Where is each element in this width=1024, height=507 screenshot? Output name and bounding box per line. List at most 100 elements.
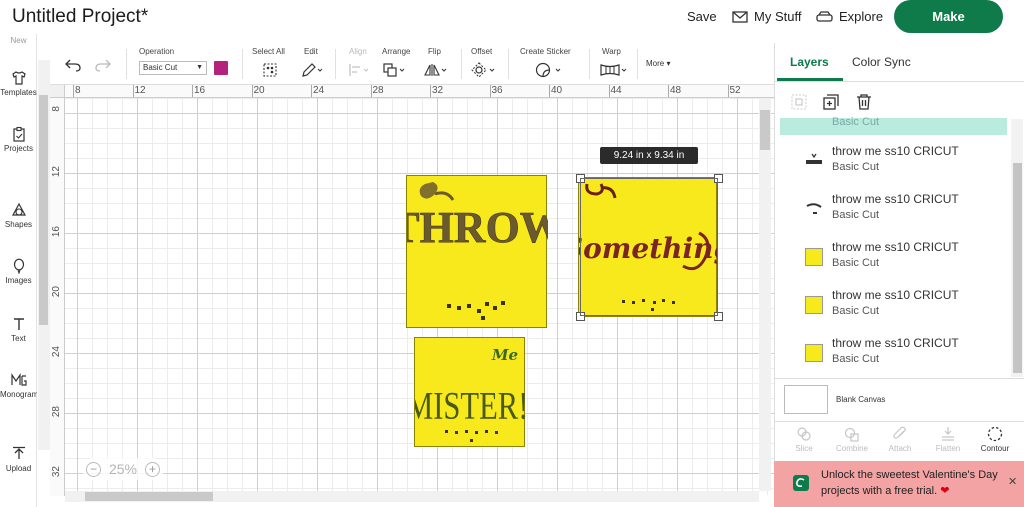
ruler-top-tick-mark <box>608 85 610 97</box>
layer-operation: Basic Cut <box>832 353 880 365</box>
edit-label: Edit <box>304 47 318 56</box>
flip-icon[interactable] <box>424 62 448 78</box>
mister-text: MISTER! <box>415 384 526 427</box>
clipboard-icon <box>12 126 25 142</box>
ruler-left-tick: 16 <box>51 226 62 238</box>
paperclip-icon <box>893 426 906 439</box>
cricut-logo-icon <box>793 475 809 491</box>
arrange-label: Arrange <box>382 47 411 56</box>
layer-row[interactable]: throw me ss10 CRICUT Basic Cut <box>775 282 1015 330</box>
tab-layers[interactable]: Layers <box>790 55 829 69</box>
layer-name: throw me ss10 CRICUT <box>832 192 959 206</box>
align-label: Align <box>349 47 367 56</box>
slice-button[interactable]: Slice <box>784 426 824 453</box>
ruler-top: 8 12 16 20 24 28 32 36 40 44 48 52 <box>50 85 774 98</box>
layers-scroll-thumb[interactable] <box>1013 163 1022 373</box>
layer-row[interactable]: throw me ss10 CRICUT Basic Cut <box>775 186 1015 234</box>
select-all-icon[interactable] <box>262 62 278 78</box>
heart-icon: ❤ <box>940 485 950 497</box>
design-mister[interactable]: Me MISTER! <box>406 337 528 447</box>
select-all-label: Select All <box>252 47 285 56</box>
warp-icon[interactable] <box>600 62 628 78</box>
offset-icon[interactable] <box>471 62 497 78</box>
sidebar-item-templates[interactable]: Templates <box>0 70 37 97</box>
layer-actions-bar: Slice Combine Attach Flatten Contour <box>775 421 1024 461</box>
undo-icon[interactable] <box>65 58 81 72</box>
zoom-in-button[interactable]: + <box>145 461 160 477</box>
ruler-top-tick-mark <box>489 85 491 97</box>
chevron-down-icon: ▼ <box>196 64 203 71</box>
layer-name: throw me ss10 CRICUT <box>832 144 959 158</box>
ruler-left-tick: 32 <box>51 466 62 478</box>
my-stuff-button[interactable]: My Stuff <box>732 9 801 24</box>
sidebar-item-projects[interactable]: Projects <box>0 126 37 153</box>
more-button[interactable]: More ▾ <box>646 59 670 68</box>
ruler-top-tick-mark <box>311 85 312 97</box>
promo-banner[interactable]: Unlock the sweetest Valentine's Day proj… <box>774 461 1024 507</box>
sidebar-item-text[interactable]: Text <box>0 316 37 343</box>
edit-toolbar: Operation Basic Cut ▼ Select All Edit Ali… <box>50 43 774 85</box>
layer-row[interactable]: throw me ss10 CRICUT Basic Cut <box>775 234 1015 282</box>
shapes-icon <box>11 202 26 216</box>
operation-select[interactable]: Basic Cut ▼ <box>139 61 207 75</box>
toolbar-separator <box>335 49 336 79</box>
zoom-out-button[interactable]: − <box>86 461 101 477</box>
ruler-top-tick-mark <box>370 85 372 97</box>
sidebar-item-shapes[interactable]: Shapes <box>0 202 37 229</box>
layer-row[interactable]: throw me ss10 CRICUT Basic Cut <box>775 330 1015 378</box>
promo-text: Unlock the sweetest Valentine's Day proj… <box>821 469 998 497</box>
selection-frame <box>580 178 718 316</box>
ruler-left-tick: 8 <box>51 106 62 112</box>
ruler-top-tick: 8 <box>75 85 81 96</box>
ruler-left: 8 12 16 20 24 28 32 <box>50 98 65 496</box>
operation-color-swatch[interactable] <box>214 61 228 75</box>
panel-divider <box>775 378 1024 379</box>
create-sticker-label: Create Sticker <box>520 47 571 56</box>
attach-button[interactable]: Attach <box>880 426 920 453</box>
selected-layer-row[interactable]: Basic Cut <box>780 116 1007 135</box>
combine-icon <box>844 427 859 442</box>
sidebar-item-images[interactable]: Images <box>0 258 37 285</box>
toolbar-separator <box>637 49 638 79</box>
tab-color-sync[interactable]: Color Sync <box>852 55 911 69</box>
layer-row[interactable]: throw me ss10 CRICUT Basic Cut <box>775 138 1015 186</box>
edit-pencil-icon[interactable] <box>301 62 323 78</box>
layer-operation: Basic Cut <box>832 161 880 173</box>
arrange-icon[interactable] <box>382 62 406 78</box>
toolbar-separator <box>508 49 509 79</box>
canvas-vscroll-thumb[interactable] <box>760 110 770 150</box>
ruler-top-tick: 20 <box>253 85 265 96</box>
explore-button[interactable]: Explore <box>816 9 883 24</box>
mail-icon <box>732 10 748 23</box>
left-sidebar: New Templates Projects Shapes Images Tex… <box>0 34 37 507</box>
make-button[interactable]: Make <box>894 0 1003 33</box>
project-title[interactable]: Untitled Project* <box>12 6 148 28</box>
layer-operation: Basic Cut <box>832 257 880 269</box>
trash-icon[interactable] <box>855 93 873 111</box>
combine-button[interactable]: Combine <box>832 426 872 453</box>
redo-icon[interactable] <box>95 58 111 72</box>
flatten-button[interactable]: Flatten <box>928 426 968 453</box>
ruler-top-tick: 52 <box>729 85 741 96</box>
blank-canvas-swatch[interactable] <box>784 385 828 414</box>
layers-panel: Layers Color Sync Basic Cut throw me ss1… <box>774 43 1024 507</box>
operation-label: Operation <box>139 47 175 56</box>
design-throw[interactable]: THROW <box>390 175 564 328</box>
ruler-top-tick: 28 <box>372 85 384 96</box>
sidebar-item-upload[interactable]: Upload <box>0 446 37 473</box>
sidebar-scroll-thumb[interactable] <box>39 95 48 325</box>
duplicate-icon[interactable] <box>822 93 840 111</box>
sidebar-item-new[interactable]: New <box>0 36 37 45</box>
group-icon <box>791 94 807 110</box>
close-icon[interactable]: ✕ <box>1008 475 1017 488</box>
canvas-vscrollbar[interactable] <box>759 98 771 491</box>
canvas-hscroll-thumb[interactable] <box>85 492 213 501</box>
ruler-top-tick-mark <box>73 85 74 97</box>
sticker-icon[interactable] <box>535 62 563 78</box>
me-text: Me <box>491 346 518 364</box>
ruler-left-tick: 24 <box>51 346 62 358</box>
save-button[interactable]: Save <box>687 9 717 24</box>
layer-thumbnail <box>806 203 822 214</box>
sidebar-item-monogram[interactable]: Monogram <box>0 372 37 399</box>
contour-button[interactable]: Contour <box>975 426 1015 453</box>
